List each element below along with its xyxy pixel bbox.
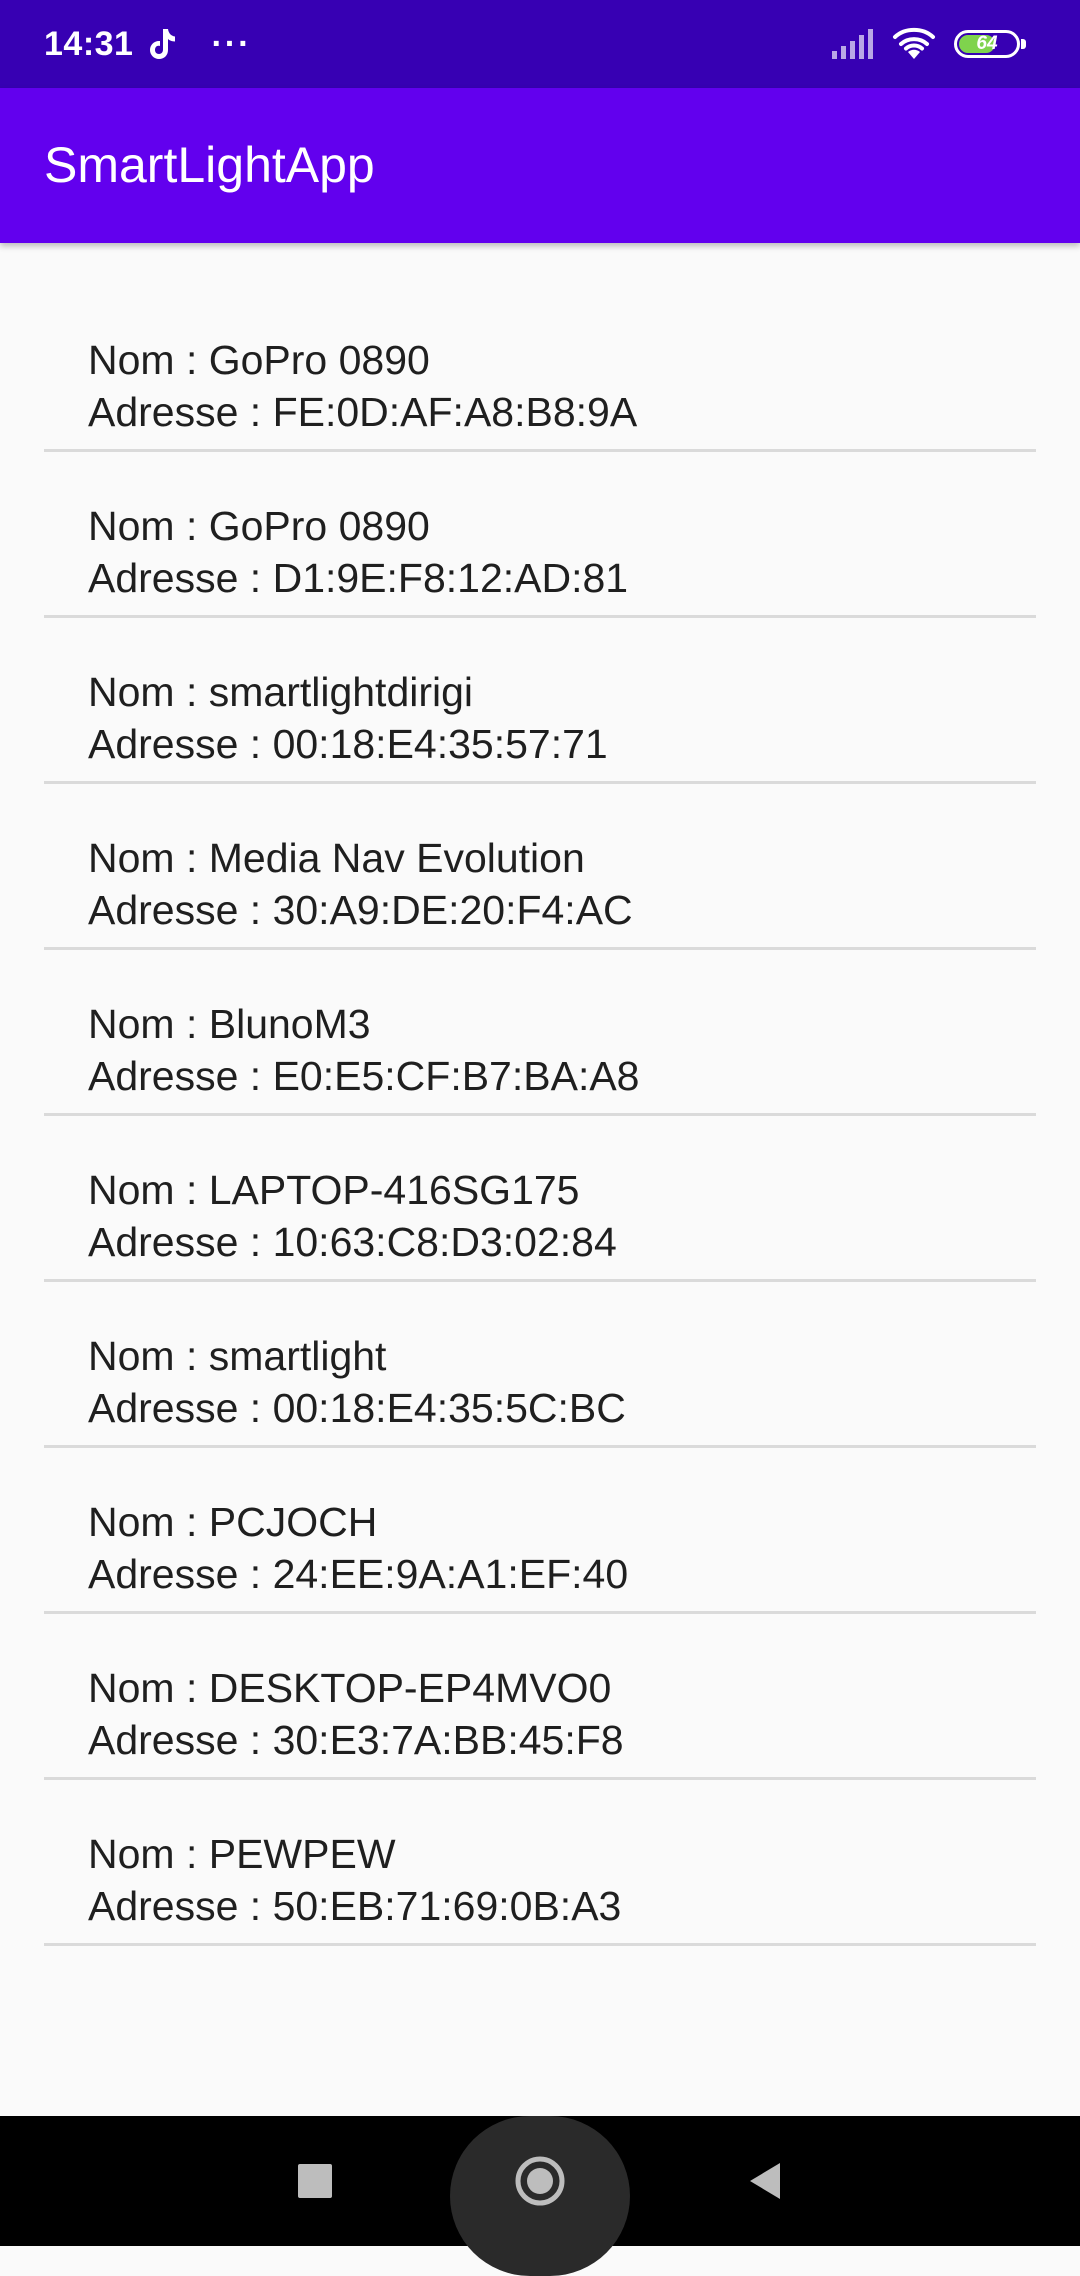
device-list-item[interactable]: Nom : PCJOCH Adresse : 24:EE:9A:A1:EF:40 (44, 1448, 1036, 1614)
device-address: Adresse : 10:63:C8:D3:02:84 (88, 1219, 617, 1265)
device-address: Adresse : 30:E3:7A:BB:45:F8 (88, 1717, 624, 1763)
device-name: Nom : PCJOCH (88, 1499, 378, 1545)
device-list-item[interactable]: Nom : Media Nav Evolution Adresse : 30:A… (44, 784, 1036, 950)
status-bar: 14:31 ··· 64 (0, 0, 1080, 88)
recents-square-icon (298, 2164, 332, 2198)
home-button[interactable] (490, 2116, 590, 2246)
device-address: Adresse : 00:18:E4:35:5C:BC (88, 1385, 626, 1431)
battery-level-text: 64 (976, 33, 998, 54)
device-name: Nom : GoPro 0890 (88, 503, 430, 549)
status-right: 64 (830, 0, 1026, 88)
device-name: Nom : smartlightdirigi (88, 669, 474, 715)
device-list-item[interactable]: Nom : smartlightdirigi Adresse : 00:18:E… (44, 618, 1036, 784)
device-name: Nom : LAPTOP-416SG175 (88, 1167, 580, 1213)
device-address: Adresse : D1:9E:F8:12:AD:81 (88, 555, 629, 601)
back-triangle-icon (748, 2162, 782, 2200)
device-name: Nom : DESKTOP-EP4MVO0 (88, 1665, 612, 1711)
app-title: SmartLightApp (44, 137, 375, 193)
status-time: 14:31 (44, 24, 134, 63)
back-button[interactable] (720, 2116, 810, 2246)
device-address: Adresse : E0:E5:CF:B7:BA:A8 (88, 1053, 640, 1099)
battery-icon: 64 (954, 30, 1026, 58)
device-address: Adresse : 30:A9:DE:20:F4:AC (88, 887, 633, 933)
device-name: Nom : PEWPEW (88, 1831, 396, 1877)
device-address: Adresse : FE:0D:AF:A8:B8:9A (88, 389, 638, 435)
device-name: Nom : GoPro 0890 (88, 337, 430, 383)
device-name: Nom : Media Nav Evolution (88, 835, 585, 881)
battery-tip (1021, 39, 1026, 49)
tiktok-notification-icon (147, 27, 177, 61)
home-circle-icon (514, 2155, 566, 2207)
device-list-item[interactable]: Nom : PEWPEW Adresse : 50:EB:71:69:0B:A3 (44, 1780, 1036, 1946)
device-address: Adresse : 24:EE:9A:A1:EF:40 (88, 1551, 629, 1597)
wifi-icon (892, 27, 936, 61)
device-address: Adresse : 00:18:E4:35:57:71 (88, 721, 608, 767)
device-list-item[interactable]: Nom : LAPTOP-416SG175 Adresse : 10:63:C8… (44, 1116, 1036, 1282)
device-list-item[interactable]: Nom : GoPro 0890 Adresse : FE:0D:AF:A8:B… (44, 286, 1036, 452)
app-bar: SmartLightApp (0, 88, 1080, 243)
status-left: 14:31 ··· (44, 0, 251, 88)
navigation-bar (0, 2116, 1080, 2276)
device-address: Adresse : 50:EB:71:69:0B:A3 (88, 1883, 622, 1929)
device-list-item[interactable]: Nom : DESKTOP-EP4MVO0 Adresse : 30:E3:7A… (44, 1614, 1036, 1780)
device-name: Nom : smartlight (88, 1333, 387, 1379)
device-list-item[interactable]: Nom : GoPro 0890 Adresse : D1:9E:F8:12:A… (44, 452, 1036, 618)
device-list-item[interactable]: Nom : BlunoM3 Adresse : E0:E5:CF:B7:BA:A… (44, 950, 1036, 1116)
more-notifications-indicator: ··· (211, 24, 252, 63)
recents-button[interactable] (270, 2116, 360, 2246)
device-list-item[interactable]: Nom : smartlight Adresse : 00:18:E4:35:5… (44, 1282, 1036, 1448)
device-name: Nom : BlunoM3 (88, 1001, 371, 1047)
cellular-signal-icon (830, 29, 874, 59)
